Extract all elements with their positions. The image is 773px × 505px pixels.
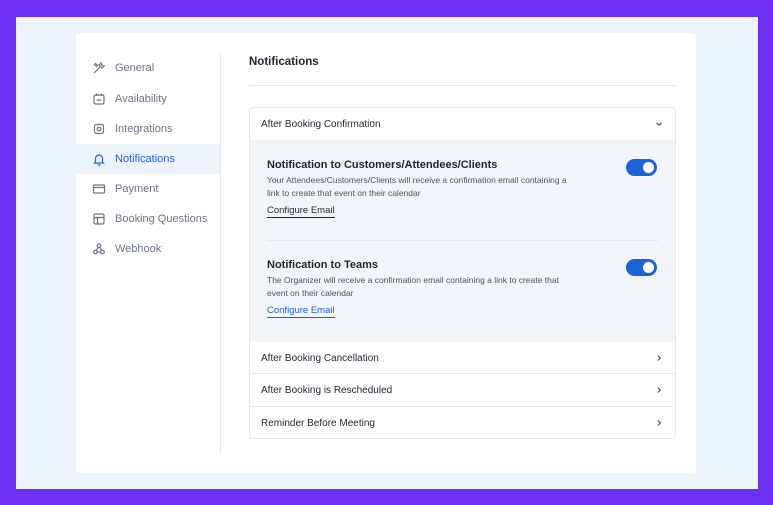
webhook-icon xyxy=(92,242,106,256)
toggle-knob xyxy=(643,262,654,273)
sidebar-item-general[interactable]: General xyxy=(76,53,220,83)
section-label: After Booking Confirmation xyxy=(261,118,381,130)
bell-icon xyxy=(92,152,106,166)
notifications-accordion: After Booking Confirmation Notification … xyxy=(249,107,676,439)
chevron-down-icon xyxy=(654,119,664,129)
teams-notification-toggle[interactable] xyxy=(626,259,657,276)
sidebar-item-availability[interactable]: Availability xyxy=(76,84,220,114)
sidebar-item-label: Booking Questions xyxy=(115,213,208,225)
chevron-right-icon xyxy=(654,385,664,395)
sidebar-item-label: Webhook xyxy=(115,243,162,255)
chevron-right-icon xyxy=(654,353,664,363)
sidebar-item-label: Integrations xyxy=(115,123,173,135)
toggle-knob xyxy=(643,162,654,173)
section-reminder-before-meeting[interactable]: Reminder Before Meeting xyxy=(250,407,675,438)
card-icon xyxy=(92,182,106,196)
sidebar-item-notifications[interactable]: Notifications xyxy=(76,144,220,174)
configure-email-link[interactable]: Configure Email xyxy=(267,205,335,218)
integrations-icon xyxy=(92,122,106,136)
sidebar-item-label: Notifications xyxy=(115,153,175,165)
configure-email-link[interactable]: Configure Email xyxy=(267,305,335,318)
notification-description: The Organizer will receive a confirmatio… xyxy=(267,275,559,298)
settings-sidebar: General Availability Integrations Notifi… xyxy=(76,53,221,453)
sidebar-item-booking-questions[interactable]: Booking Questions xyxy=(76,204,220,234)
page-title: Notifications xyxy=(249,56,319,68)
notification-customers: Notification to Customers/Attendees/Clie… xyxy=(267,159,657,218)
sidebar-item-webhook[interactable]: Webhook xyxy=(76,234,220,264)
notification-title: Notification to Teams xyxy=(267,259,379,271)
form-icon xyxy=(92,212,106,226)
sidebar-item-payment[interactable]: Payment xyxy=(76,174,220,204)
section-label: After Booking Cancellation xyxy=(261,352,379,364)
section-label: Reminder Before Meeting xyxy=(261,417,375,429)
section-content: Notification to Customers/Attendees/Clie… xyxy=(250,140,675,342)
calendar-icon xyxy=(92,92,106,106)
section-after-booking-rescheduled[interactable]: After Booking is Rescheduled xyxy=(250,374,675,406)
divider xyxy=(267,240,659,241)
section-label: After Booking is Rescheduled xyxy=(261,384,393,396)
section-after-booking-confirmation[interactable]: After Booking Confirmation xyxy=(250,108,675,140)
notification-title: Notification to Customers/Attendees/Clie… xyxy=(267,159,498,171)
notification-description: Your Attendees/Customers/Clients will re… xyxy=(267,175,567,198)
notification-teams: Notification to Teams The Organizer will… xyxy=(267,259,657,318)
sidebar-item-label: Payment xyxy=(115,183,159,195)
tools-icon xyxy=(92,61,106,75)
sidebar-item-label: General xyxy=(115,62,155,74)
title-divider xyxy=(249,85,676,86)
customers-notification-toggle[interactable] xyxy=(626,159,657,176)
sidebar-item-integrations[interactable]: Integrations xyxy=(76,114,220,144)
chevron-right-icon xyxy=(654,418,664,428)
section-after-booking-cancellation[interactable]: After Booking Cancellation xyxy=(250,342,675,374)
sidebar-item-label: Availability xyxy=(115,93,167,105)
